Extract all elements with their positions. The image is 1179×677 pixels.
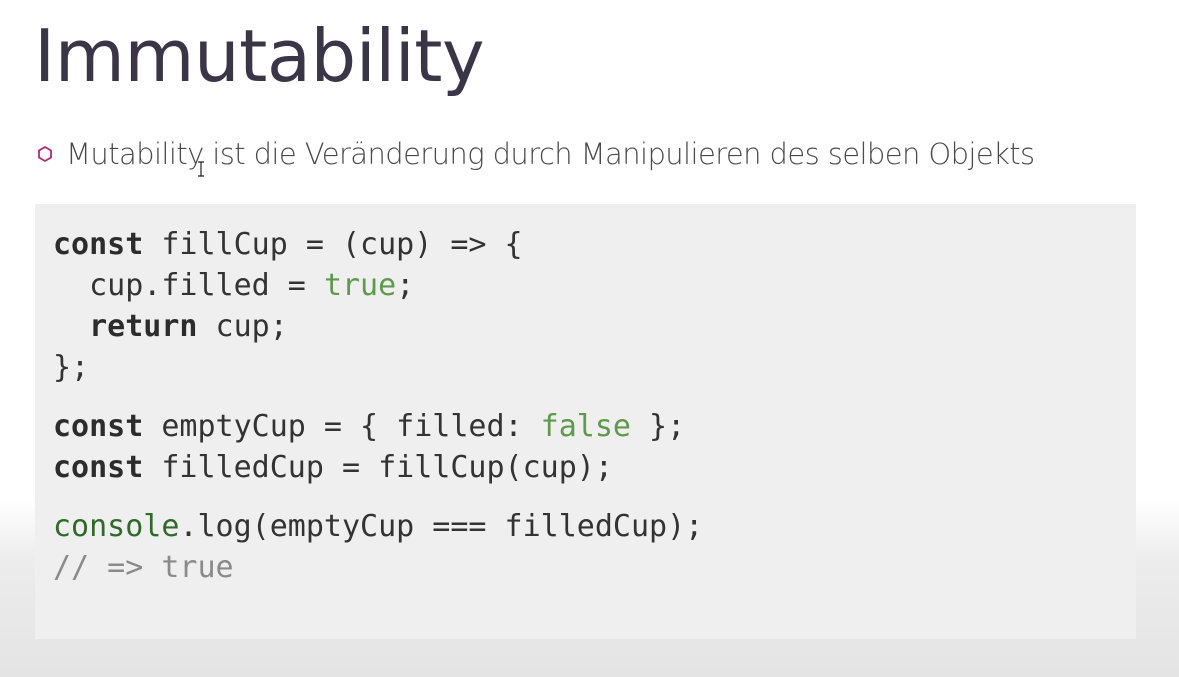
code-listing: const fillCup = (cup) => { cup.filled = … bbox=[53, 224, 1136, 588]
code-text: cup.filled = bbox=[53, 268, 324, 303]
keyword: return bbox=[89, 309, 198, 344]
code-text: fillCup = (cup) => { bbox=[143, 227, 523, 262]
slide: Immutability Mutability ist die Veränder… bbox=[0, 0, 1179, 677]
code-line-4: }; bbox=[53, 350, 90, 385]
code-gap bbox=[53, 488, 1136, 506]
literal: false bbox=[540, 409, 631, 444]
bullet-item: Mutability ist die Veränderung durch Man… bbox=[36, 134, 1035, 174]
code-line-1: const fillCup = (cup) => { bbox=[53, 227, 523, 262]
keyword: const bbox=[53, 409, 144, 444]
slide-title: Immutability bbox=[34, 14, 485, 98]
code-gap bbox=[53, 388, 1136, 406]
code-line-7: console.log(emptyCup === filledCup); bbox=[53, 509, 703, 544]
keyword: const bbox=[53, 227, 144, 262]
code-line-6: const filledCup = fillCup(cup); bbox=[53, 450, 613, 485]
text-cursor-icon bbox=[197, 161, 205, 177]
code-text: }; bbox=[630, 409, 686, 444]
hexagon-bullet-icon bbox=[36, 145, 54, 163]
code-line-2: cup.filled = true; bbox=[53, 268, 414, 303]
code-line-3: return cup; bbox=[53, 309, 288, 344]
code-text: ; bbox=[396, 268, 415, 303]
code-text: .log(emptyCup === filledCup); bbox=[179, 509, 704, 544]
code-line-5: const emptyCup = { filled: false }; bbox=[53, 409, 685, 444]
code-text: filledCup = fillCup(cup); bbox=[143, 450, 613, 485]
literal: true bbox=[323, 268, 397, 303]
bullet-text: Mutability ist die Veränderung durch Man… bbox=[66, 137, 1035, 171]
code-comment: // => true bbox=[53, 550, 234, 585]
console-object: console bbox=[53, 509, 180, 544]
code-block: const fillCup = (cup) => { cup.filled = … bbox=[35, 204, 1136, 639]
code-text: emptyCup = { filled: bbox=[143, 409, 541, 444]
code-text: cup; bbox=[197, 309, 288, 344]
keyword: const bbox=[53, 450, 144, 485]
